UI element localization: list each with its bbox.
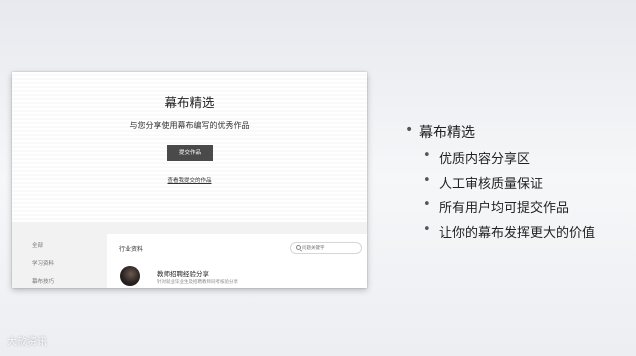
listing-section: 全部 学习资料 幕布技巧 行业资料 教师招聘经验分享 针对就业毕业生及招聘教师同… <box>12 222 367 288</box>
view-my-submissions-link[interactable]: 查看我提交的作品 <box>12 176 367 184</box>
hero-subtitle: 与您分享使用幕布编写的优秀作品 <box>129 121 250 130</box>
sidebar-item-study-materials[interactable]: 学习资料 <box>32 259 54 277</box>
sidebar-item-mubu-tips[interactable]: 幕布技巧 <box>32 277 54 288</box>
list-item-title[interactable]: 教师招聘经验分享 <box>157 268 209 278</box>
bullet-sub-2: 人工审核质量保证 <box>405 173 595 198</box>
hero-title: 幕布精选 <box>164 95 215 110</box>
content-panel: 行业资料 教师招聘经验分享 针对就业毕业生及招聘教师同考核验分享 <box>107 234 367 288</box>
bullet-sub-4: 让你的幕布发挥更大的价值 <box>405 222 595 247</box>
bullet-list: 幕布精选 优质内容分享区 人工审核质量保证 所有用户均可提交作品 让你的幕布发挥… <box>405 122 595 246</box>
search-icon <box>296 245 301 250</box>
bullet-sub-1: 优质内容分享区 <box>405 148 595 173</box>
submit-work-button[interactable]: 提交作品 <box>167 145 213 161</box>
bullet-main: 幕布精选 <box>405 122 595 148</box>
hero-section: 幕布精选 与您分享使用幕布编写的优秀作品 提交作品 查看我提交的作品 <box>12 72 367 222</box>
list-item-description: 针对就业毕业生及招聘教师同考核验分享 <box>157 280 238 285</box>
bullet-sub-3: 所有用户均可提交作品 <box>405 197 595 222</box>
category-sidebar: 全部 学习资料 幕布技巧 <box>32 241 54 288</box>
sidebar-item-all[interactable]: 全部 <box>32 241 54 259</box>
search-box[interactable] <box>290 242 362 254</box>
category-title: 行业资料 <box>119 246 144 253</box>
search-input[interactable] <box>302 243 358 253</box>
avatar[interactable] <box>120 266 140 286</box>
watermark: 大款资讯 <box>7 337 47 348</box>
embedded-screenshot: 幕布精选 与您分享使用幕布编写的优秀作品 提交作品 查看我提交的作品 全部 学习… <box>12 72 367 288</box>
